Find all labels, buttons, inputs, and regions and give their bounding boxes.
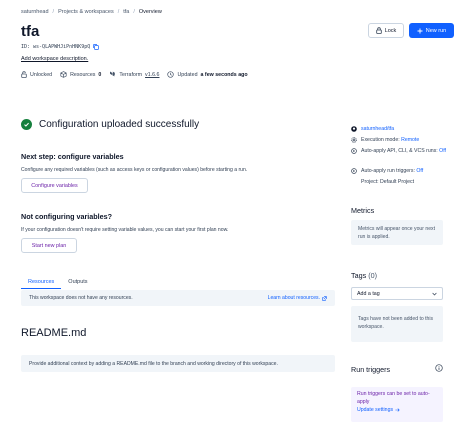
resources-count-value: 0 xyxy=(98,71,102,78)
clock-icon xyxy=(167,71,175,78)
sidebar-auto-apply-triggers: Auto-apply run triggers: Off xyxy=(351,168,423,174)
updated-status: Updated a few seconds ago xyxy=(167,71,248,78)
run-triggers-panel: Run triggers can be set to auto-apply Up… xyxy=(351,387,443,422)
breadcrumb-org[interactable]: saturnhead xyxy=(21,9,49,15)
metrics-panel: Metrics will appear once your next run i… xyxy=(351,220,443,245)
execution-mode-label: Execution mode: xyxy=(361,137,400,143)
sidebar-project: Project: Default Project xyxy=(361,179,414,185)
sidebar-execution-mode: Execution mode: Remote xyxy=(351,137,419,143)
arrow-right-icon xyxy=(395,408,400,413)
sidebar-repo: saturnhead/tfa xyxy=(351,126,394,132)
resources-count: Resources 0 xyxy=(60,71,101,78)
resources-panel: This workspace does not have any resourc… xyxy=(21,290,335,306)
run-triggers-text: Run triggers can be set to auto-apply xyxy=(357,391,430,405)
terraform-version-link[interactable]: v1.6.6 xyxy=(145,72,159,78)
updated-value: a few seconds ago xyxy=(200,71,248,78)
breadcrumb: saturnhead / Projects & workspaces / tfa… xyxy=(21,9,162,15)
breadcrumb-workspace[interactable]: tfa xyxy=(123,9,129,15)
tab-outputs[interactable]: Outputs xyxy=(61,279,94,289)
run-triggers-heading: Run triggers xyxy=(351,365,391,374)
resources-tabs: Resources Outputs xyxy=(21,279,335,289)
sidebar-auto-apply-vcs: Auto-apply API, CLI, & VCS runs: Off xyxy=(351,148,446,155)
tags-heading: Tags (0) xyxy=(351,271,377,280)
terraform-label: Terraform xyxy=(119,71,143,78)
breadcrumb-separator: / xyxy=(133,9,135,15)
next-step-heading: Next step: configure variables xyxy=(21,152,124,161)
readme-text: Provide additional context by adding a R… xyxy=(29,360,278,367)
auto-apply-triggers-value[interactable]: Off xyxy=(416,168,423,174)
configure-variables-button[interactable]: Configure variables xyxy=(21,178,88,193)
tags-empty-text: Tags have not been added to this workspa… xyxy=(358,316,434,330)
github-icon xyxy=(351,126,357,132)
project-label: Project: xyxy=(361,179,379,185)
repo-link[interactable]: saturnhead/tfa xyxy=(361,126,394,132)
tab-resources[interactable]: Resources xyxy=(21,279,62,289)
terraform-version: Terraform v1.6.6 xyxy=(109,71,159,78)
breadcrumb-separator: / xyxy=(117,9,120,15)
page-title: tfa xyxy=(21,23,40,40)
metrics-heading: Metrics xyxy=(351,206,375,215)
new-run-button-label: New run xyxy=(425,27,447,34)
success-banner: Configuration uploaded successfully xyxy=(21,119,199,130)
resources-empty-text: This workspace does not have any resourc… xyxy=(29,295,133,301)
info-icon[interactable] xyxy=(435,364,443,372)
update-settings-link[interactable]: Update settings xyxy=(357,407,393,415)
gear-icon xyxy=(351,137,357,143)
add-tag-dropdown[interactable]: Add a tag xyxy=(351,287,443,300)
plus-icon xyxy=(417,28,423,33)
workspace-id: ID: ws-QLAPWHJiPnHNK9pQ xyxy=(21,44,99,50)
not-configuring-heading: Not configuring variables? xyxy=(21,212,113,221)
learn-resources-link[interactable]: Learn about resources. xyxy=(268,295,327,301)
auto-apply-vcs-label: Auto-apply API, CLI, & VCS runs: xyxy=(361,148,438,154)
readme-title: README.md xyxy=(21,327,87,339)
auto-apply-icon xyxy=(351,168,357,174)
metrics-text: Metrics will appear once your next run i… xyxy=(358,226,436,240)
breadcrumb-separator: / xyxy=(52,9,55,15)
readme-panel: Provide additional context by adding a R… xyxy=(21,355,335,372)
auto-apply-vcs-value[interactable]: Off xyxy=(439,148,446,154)
update-settings-row: Update settings xyxy=(357,407,437,415)
add-tag-label: Add a tag xyxy=(357,290,380,297)
tags-empty-panel: Tags have not been added to this workspa… xyxy=(351,306,443,342)
lock-status-text: Unlocked xyxy=(30,71,53,78)
check-circle-icon xyxy=(21,119,32,130)
lock-button-label: Lock xyxy=(384,27,397,34)
resources-label: Resources xyxy=(70,71,96,78)
chevron-down-icon xyxy=(432,292,437,296)
not-configuring-text: If your configuration doesn't require se… xyxy=(21,227,229,233)
workspace-id-value: ws-QLAPWHJiPnHNK9pQ xyxy=(33,44,91,50)
auto-apply-icon xyxy=(351,148,357,154)
terraform-icon xyxy=(110,71,116,77)
lock-button[interactable]: Lock xyxy=(368,23,404,38)
execution-mode-value[interactable]: Remote xyxy=(401,137,419,143)
add-description-link[interactable]: Add workspace description. xyxy=(21,56,88,62)
next-step-text: Configure any required variables (such a… xyxy=(21,167,248,173)
project-value: Default Project xyxy=(380,179,415,185)
lock-icon xyxy=(375,27,382,34)
breadcrumb-projects[interactable]: Projects & workspaces xyxy=(58,9,114,15)
auto-apply-triggers-label: Auto-apply run triggers: xyxy=(361,168,415,174)
lock-status: Unlocked xyxy=(21,71,52,78)
tags-heading-label: Tags xyxy=(351,271,367,280)
external-link-icon xyxy=(322,295,327,301)
unlock-icon xyxy=(21,71,27,78)
breadcrumb-current: Overview xyxy=(138,9,162,15)
cube-icon xyxy=(60,71,67,78)
copy-icon[interactable] xyxy=(93,44,99,50)
tags-count: (0) xyxy=(368,271,377,280)
success-heading: Configuration uploaded successfully xyxy=(39,119,200,130)
new-run-button[interactable]: New run xyxy=(409,23,454,38)
updated-prefix: Updated xyxy=(177,71,198,78)
learn-resources-label: Learn about resources. xyxy=(267,295,320,301)
start-new-plan-button[interactable]: Start new plan xyxy=(21,238,77,253)
workspace-meta-row: Unlocked Resources 0 Terraform v1.6.6 Up… xyxy=(21,71,248,78)
workspace-id-label: ID: xyxy=(21,44,31,50)
